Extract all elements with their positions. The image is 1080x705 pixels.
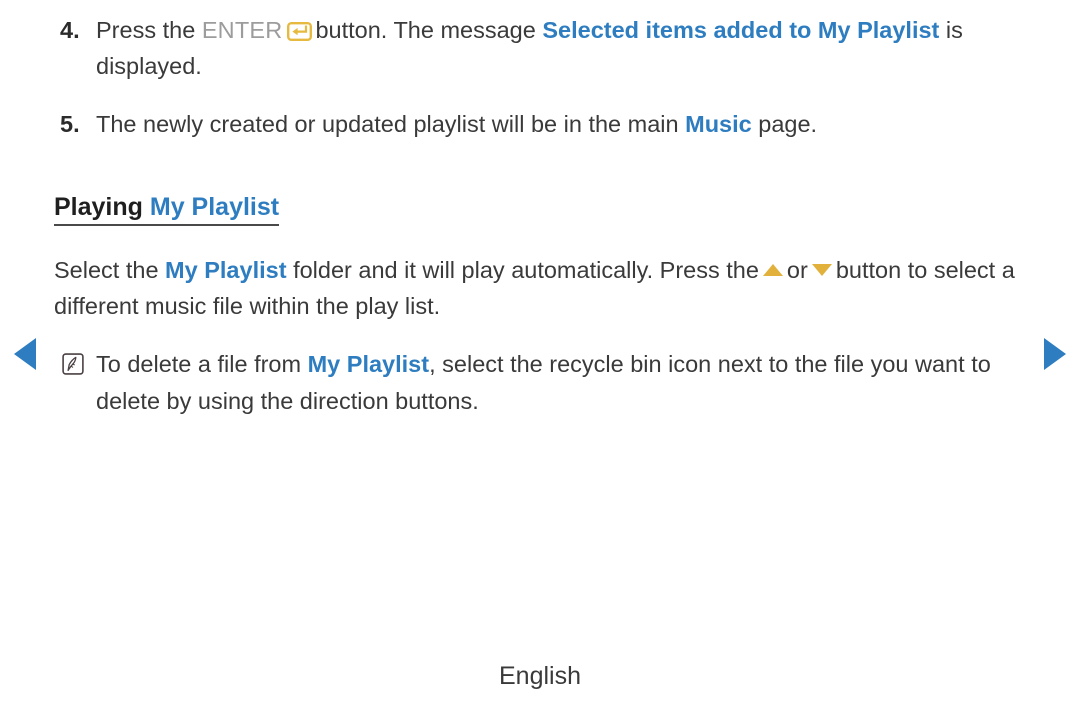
footer-language-label: English — [499, 662, 581, 690]
note-text-1: To delete a file from — [96, 351, 302, 377]
step-item-4: 4. Press the ENTER button. The message Se… — [54, 12, 1034, 84]
message-highlight: Selected items added to My Playlist — [542, 17, 940, 43]
enter-key-label: ENTER — [201, 17, 283, 43]
next-page-arrow-icon[interactable] — [1044, 338, 1066, 370]
note-block: To delete a file from My Playlist, selec… — [54, 346, 1034, 420]
content-column: 4. Press the ENTER button. The message Se… — [54, 12, 1034, 420]
section-paragraph: Select the My Playlist folder and it wil… — [54, 252, 1034, 324]
previous-page-arrow-icon[interactable] — [14, 338, 36, 370]
note-my-playlist-highlight: My Playlist — [307, 351, 430, 377]
step-text-before: The newly created or updated playlist wi… — [96, 111, 679, 137]
section-heading-highlight: My Playlist — [149, 193, 280, 221]
triangle-down-icon — [811, 264, 832, 276]
section-heading-plain: Playing — [54, 193, 143, 221]
step-number: 4. — [60, 17, 80, 43]
step-text-after: page. — [758, 111, 818, 137]
paragraph-part-2: folder and it will play automatically. P… — [293, 257, 759, 283]
paragraph-part-3: or — [786, 257, 808, 283]
step-item-5: 5. The newly created or updated playlist … — [54, 106, 1034, 142]
step-text-before-key: Press the — [96, 17, 196, 43]
enter-key-icon — [287, 22, 313, 41]
step-text-after-key: button. The message — [315, 17, 536, 43]
music-highlight: Music — [685, 111, 752, 137]
note-pen-icon — [62, 353, 84, 375]
my-playlist-highlight: My Playlist — [165, 257, 287, 283]
step-number: 5. — [60, 111, 80, 137]
section-heading: Playing My Playlist — [54, 192, 280, 226]
manual-page: 4. Press the ENTER button. The message Se… — [0, 0, 1080, 705]
triangle-up-icon — [762, 264, 783, 276]
paragraph-part-1: Select the — [54, 257, 159, 283]
